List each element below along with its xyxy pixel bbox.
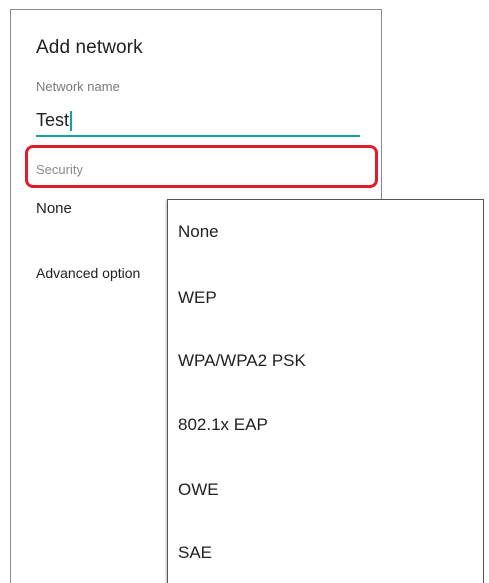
advanced-options[interactable]: Advanced option <box>36 265 140 281</box>
network-name-value: Test <box>36 110 70 130</box>
menu-item-none[interactable]: None <box>178 222 219 242</box>
dialog-title: Add network <box>36 37 143 58</box>
menu-item-8021x-eap[interactable]: 802.1x EAP <box>178 415 268 435</box>
network-name-label: Network name <box>36 79 120 94</box>
menu-item-owe[interactable]: OWE <box>178 480 219 500</box>
text-cursor <box>70 111 73 131</box>
menu-item-wpa-wpa2-psk[interactable]: WPA/WPA2 PSK <box>178 351 306 371</box>
security-label: Security <box>36 162 83 177</box>
security-dropdown-menu: None WEP WPA/WPA2 PSK 802.1x EAP OWE SAE <box>167 199 484 583</box>
menu-item-sae[interactable]: SAE <box>178 543 212 563</box>
network-name-input[interactable]: Test <box>36 107 360 137</box>
security-selected-value[interactable]: None <box>36 200 72 217</box>
menu-item-wep[interactable]: WEP <box>178 288 217 308</box>
screen: Add network Network name Test Security N… <box>0 0 489 583</box>
